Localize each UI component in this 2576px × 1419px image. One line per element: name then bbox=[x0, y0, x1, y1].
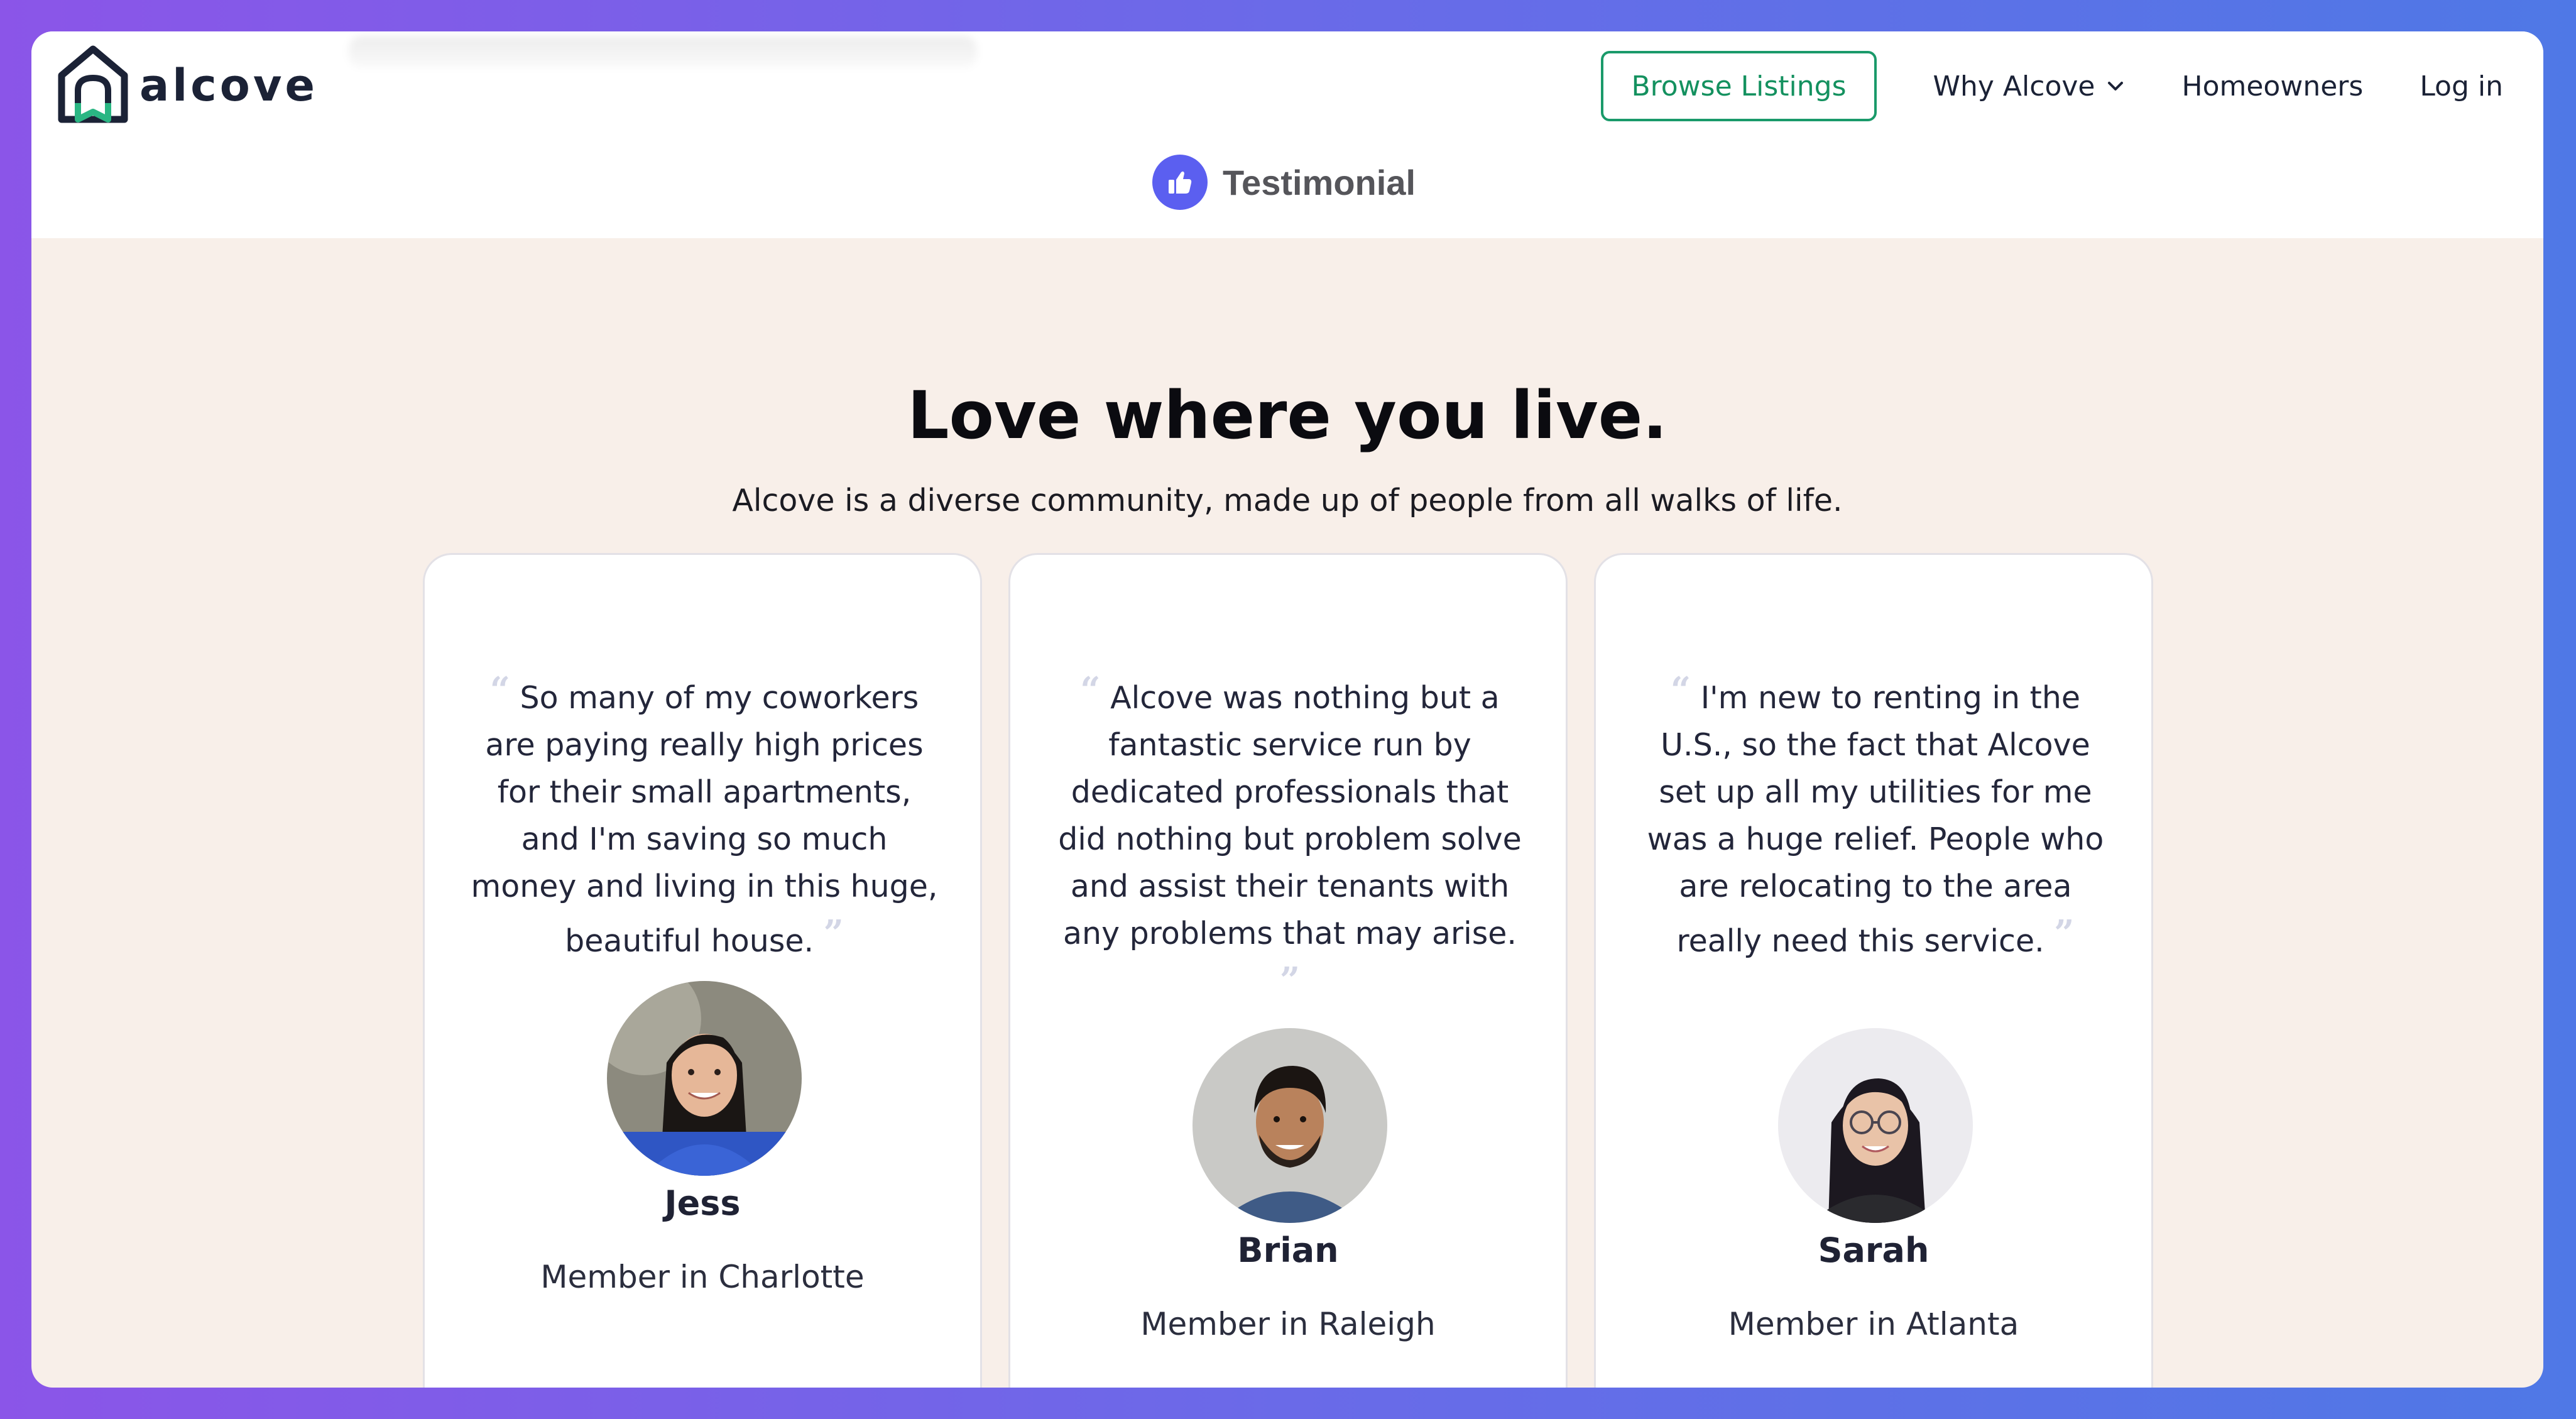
browse-listings-button[interactable]: Browse Listings bbox=[1601, 51, 1877, 121]
section-heading: Love where you live. bbox=[907, 377, 1667, 454]
login-link[interactable]: Log in bbox=[2420, 70, 2503, 102]
close-quote-icon: ” bbox=[1279, 960, 1301, 1001]
chevron-down-icon bbox=[2108, 82, 2124, 90]
open-quote-icon: “ bbox=[1670, 669, 1691, 711]
browser-window: alcove Browse Listings Why Alcove Homeow… bbox=[31, 31, 2543, 1388]
badge-label: Testimonial bbox=[1223, 162, 1416, 202]
testimonial-quote: “ Alcove was nothing but a fantastic ser… bbox=[1054, 667, 1525, 1012]
avatar bbox=[1192, 1028, 1387, 1223]
testimonial-card: “ I'm new to renting in the U.S., so the… bbox=[1594, 553, 2153, 1388]
testimonial-card: “ Alcove was nothing but a fantastic ser… bbox=[1008, 553, 1568, 1388]
quote-text: So many of my coworkers are paying reall… bbox=[471, 680, 938, 959]
nav-homeowners[interactable]: Homeowners bbox=[2181, 70, 2363, 102]
member-location: Member in Atlanta bbox=[1728, 1306, 2019, 1342]
member-name: Sarah bbox=[1818, 1230, 1929, 1270]
main-nav: Browse Listings Why Alcove Homeowners Lo… bbox=[1601, 49, 2503, 123]
testimonial-card: “ So many of my coworkers are paying rea… bbox=[423, 553, 982, 1388]
testimonial-quote: “ So many of my coworkers are paying rea… bbox=[469, 667, 940, 965]
brand-name: alcove bbox=[139, 60, 318, 111]
member-name: Brian bbox=[1237, 1230, 1339, 1270]
close-quote-icon: ” bbox=[823, 912, 844, 954]
thumbs-up-icon bbox=[1152, 155, 1208, 210]
site-header: alcove Browse Listings Why Alcove Homeow… bbox=[31, 31, 2543, 238]
blurred-header-fragment bbox=[349, 36, 977, 68]
open-quote-icon: “ bbox=[489, 669, 510, 711]
avatar bbox=[1778, 1028, 1973, 1223]
section-subheading: Alcove is a diverse community, made up o… bbox=[732, 483, 1843, 518]
open-quote-icon: “ bbox=[1080, 669, 1101, 711]
testimonial-badge: Testimonial bbox=[1152, 155, 1416, 210]
close-quote-icon: ” bbox=[2054, 912, 2075, 954]
avatar bbox=[607, 981, 802, 1176]
house-logo-icon bbox=[58, 45, 128, 123]
nav-why-alcove[interactable]: Why Alcove bbox=[1933, 70, 2126, 102]
testimonial-quote: “ I'm new to renting in the U.S., so the… bbox=[1640, 667, 2111, 965]
alcove-logo[interactable]: alcove bbox=[57, 45, 318, 126]
nav-why-alcove-label: Why Alcove bbox=[1933, 70, 2095, 102]
member-name: Jess bbox=[664, 1183, 741, 1223]
quote-text: I'm new to renting in the U.S., so the f… bbox=[1647, 680, 2104, 959]
quote-text: Alcove was nothing but a fantastic servi… bbox=[1058, 680, 1522, 951]
member-location: Member in Raleigh bbox=[1140, 1306, 1436, 1342]
member-location: Member in Charlotte bbox=[540, 1259, 865, 1295]
